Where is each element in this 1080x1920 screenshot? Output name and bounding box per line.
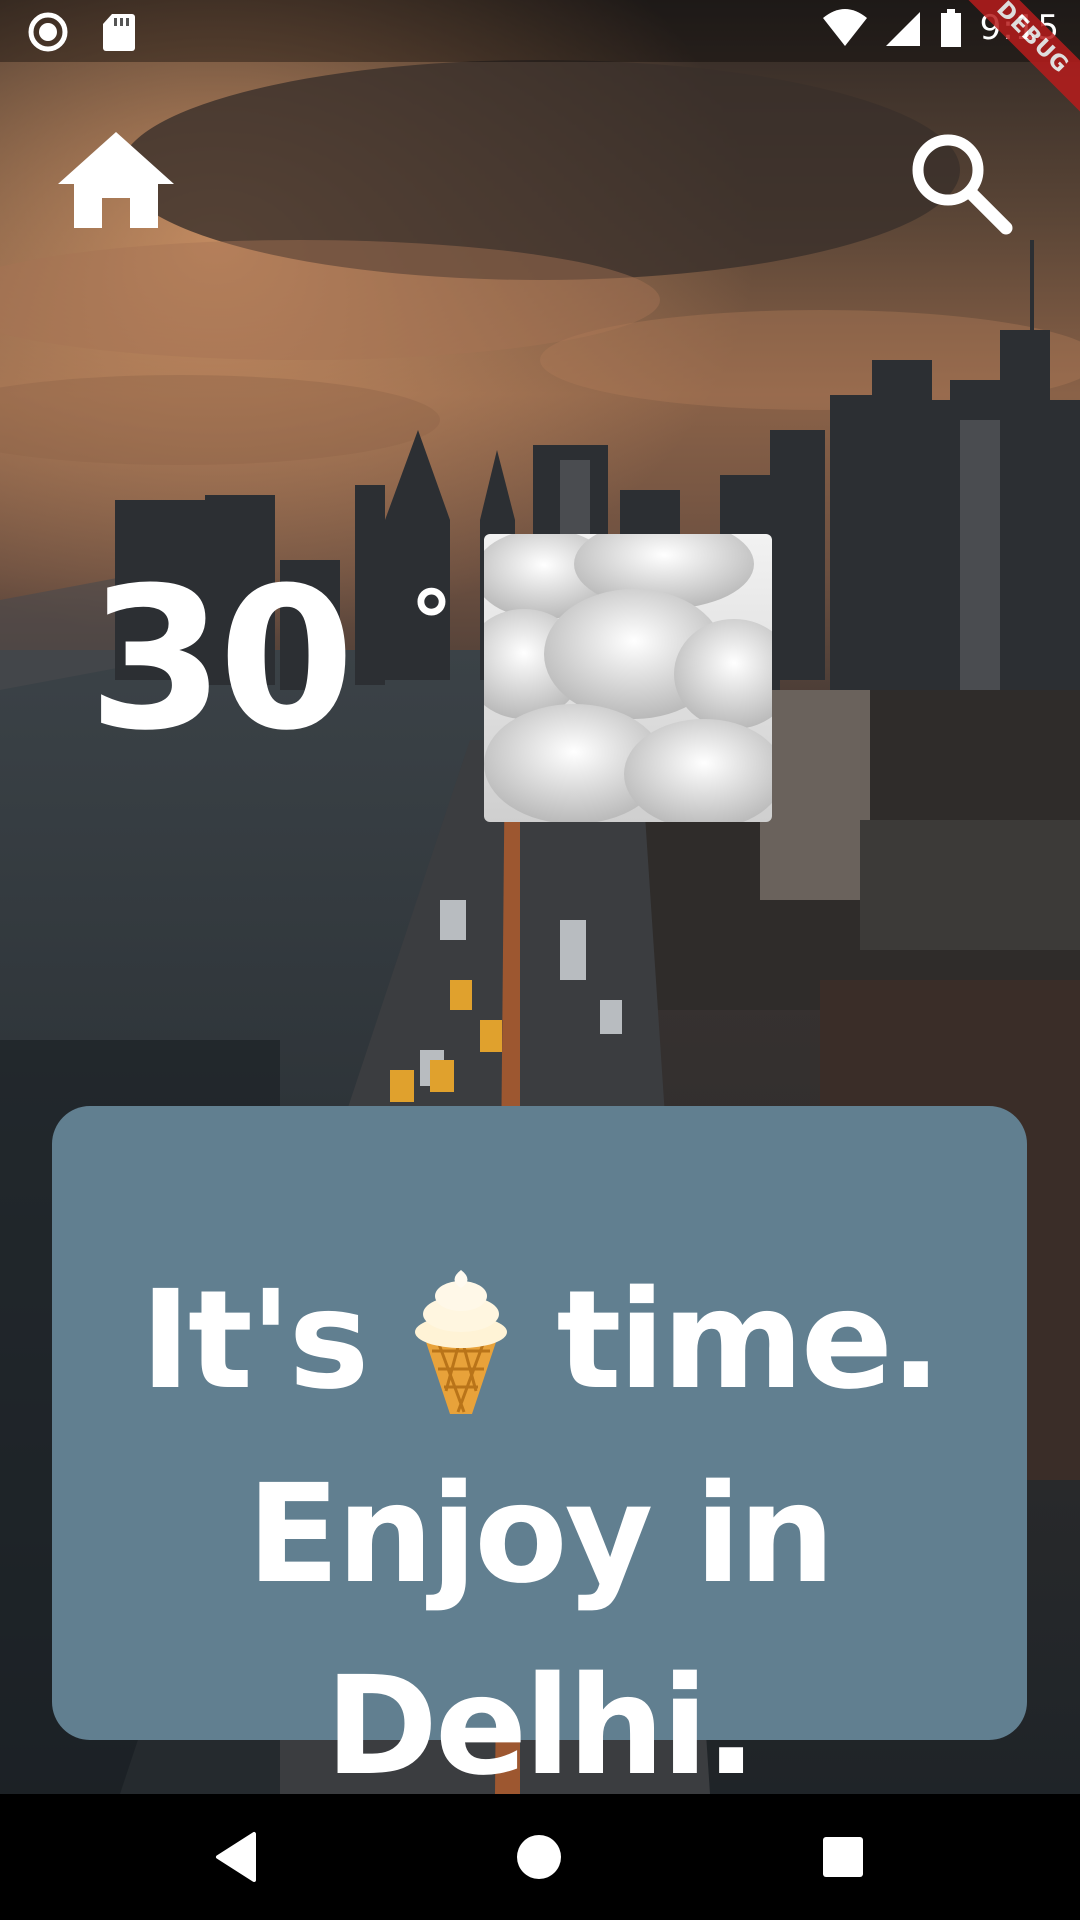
battery-icon (940, 9, 961, 47)
message-line-1: It's time. (52, 1256, 1027, 1426)
message-word-its: It's (140, 1262, 369, 1420)
status-bar: 9:15 (0, 0, 1080, 62)
message-line-2: Enjoy in (246, 1456, 835, 1614)
message-line-3: Delhi. (325, 1648, 757, 1806)
search-icon[interactable] (906, 128, 1016, 238)
signal-icon (885, 12, 920, 46)
message-card: It's time. Enjoy in Delhi. (52, 1106, 1027, 1806)
temperature-value: 30 (88, 546, 355, 774)
back-triangle-icon[interactable] (206, 1824, 272, 1890)
record-icon (28, 12, 68, 52)
system-nav-bar (0, 1794, 1080, 1920)
recents-square-icon[interactable] (810, 1824, 876, 1890)
message-word-time: time. (556, 1262, 941, 1420)
degree-symbol: ° (410, 573, 453, 673)
wifi-icon (822, 9, 867, 46)
ice-cream-icon (415, 1270, 508, 1414)
app-screen: 9:15 DEBUG 30 ° (0, 0, 1080, 1920)
cloud-icon (484, 534, 772, 822)
home-icon[interactable] (58, 128, 174, 232)
home-circle-icon[interactable] (506, 1824, 572, 1890)
sd-card-icon (103, 14, 135, 51)
